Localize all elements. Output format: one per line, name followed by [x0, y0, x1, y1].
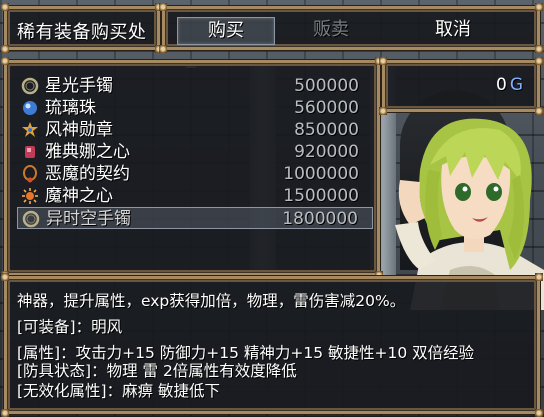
- item-name: 魔神之心: [45, 186, 113, 206]
- medal-icon: [22, 122, 38, 137]
- item-price: 1500000: [283, 186, 359, 206]
- item-list-window: 星光手镯 500000 琉璃珠 560000 风神勋章 850000 雅典娜之心…: [1, 57, 383, 279]
- item-name: 恶魔的契约: [45, 164, 130, 184]
- gold-unit: G: [509, 75, 523, 95]
- item-name: 风神勋章: [45, 120, 113, 140]
- resistance-line: [防具状态]：物理 雷 2倍属性有效度降低: [17, 362, 297, 380]
- item-name: 雅典娜之心: [45, 142, 130, 162]
- sell-command-label: 贩卖: [313, 19, 349, 40]
- sell-command[interactable]: 贩卖: [283, 17, 379, 43]
- shop-title-window: 稀有装备购买处: [1, 3, 163, 53]
- shop-title: 稀有装备购买处: [17, 22, 147, 43]
- shop-command-window: 购买 贩卖 取消: [159, 3, 543, 53]
- list-item[interactable]: 琉璃珠 560000: [17, 97, 373, 119]
- cancel-command[interactable]: 取消: [405, 17, 501, 43]
- item-name: 琉璃珠: [45, 98, 96, 118]
- item-price: 500000: [294, 76, 359, 96]
- bracelet-icon: [21, 77, 39, 95]
- list-item[interactable]: 雅典娜之心 920000: [17, 141, 373, 163]
- buy-command[interactable]: 购买: [177, 17, 275, 45]
- equippable-line: [可装备]：明风: [17, 318, 123, 336]
- list-item[interactable]: 恶魔的契约 1000000: [17, 163, 373, 185]
- gold-amount: 0: [495, 75, 507, 95]
- attributes-line: [属性]：攻击力+15 防御力+15 精神力+15 敏捷性+10 双倍经验: [17, 344, 475, 362]
- item-price: 850000: [294, 120, 359, 140]
- item-price: 560000: [294, 98, 359, 118]
- list-item[interactable]: 风神勋章 850000: [17, 119, 373, 141]
- heart-gem-icon: [25, 146, 35, 158]
- item-price: 920000: [294, 142, 359, 162]
- item-description-window: 神器，提升属性，exp获得加倍，物理，雷伤害减20%。 [可装备]：明风 [属性…: [1, 273, 543, 417]
- item-price: 1000000: [283, 164, 359, 184]
- description-line: 神器，提升属性，exp获得加倍，物理，雷伤害减20%。: [17, 292, 406, 310]
- buy-command-label: 购买: [208, 20, 244, 41]
- list-item[interactable]: 星光手镯 500000: [17, 75, 373, 97]
- immunity-line: [无效化属性]：麻痹 敏捷低下: [17, 382, 221, 400]
- gold-window: 0G: [379, 57, 543, 115]
- sun-gem-icon: [22, 188, 38, 204]
- gold-display: 0G: [496, 75, 523, 95]
- orb-icon: [23, 101, 37, 115]
- item-price: 1800000: [282, 209, 358, 229]
- necklace-icon: [23, 165, 37, 183]
- item-name: 星光手镯: [45, 76, 113, 96]
- list-item[interactable]: 魔神之心 1500000: [17, 185, 373, 207]
- cancel-command-label: 取消: [435, 19, 471, 40]
- item-name: 异时空手镯: [46, 209, 131, 229]
- bracelet-icon: [22, 210, 40, 228]
- list-item-selected[interactable]: 异时空手镯 1800000: [17, 207, 373, 229]
